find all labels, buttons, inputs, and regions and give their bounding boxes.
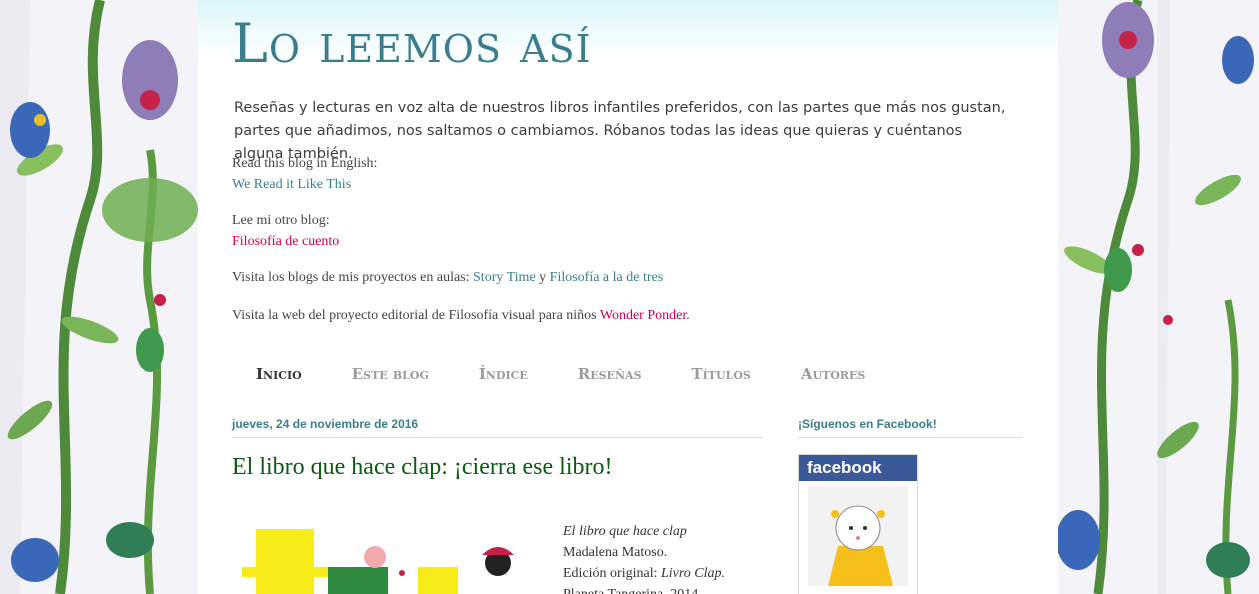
filosofia-tres-link[interactable]: Filosofía a la de tres <box>550 270 664 285</box>
blog-title[interactable]: Lo leemos así <box>232 12 592 75</box>
story-time-link[interactable]: Story Time <box>473 270 536 285</box>
wonder-ponder-link[interactable]: Wonder Ponder <box>600 308 686 323</box>
other-blog-label: Lee mi otro blog: <box>232 213 330 228</box>
projects-line: Visita los blogs de mis proyectos en aul… <box>232 267 663 288</box>
book-title: El libro que hace clap <box>563 524 687 539</box>
book-author: Madalena Matoso. <box>563 545 668 560</box>
web-line: Visita la web del proyecto editorial de … <box>232 305 690 326</box>
background-illustration-left <box>0 0 198 594</box>
english-blog-label: Read this blog in English: <box>232 156 378 171</box>
nav-item-indice[interactable]: Índice <box>479 365 528 383</box>
projects-prefix: Visita los blogs de mis proyectos en aul… <box>232 270 470 285</box>
original-edition-title: Livro Clap. <box>660 566 726 581</box>
nav-item-titulos[interactable]: Títulos <box>692 365 751 383</box>
other-blog-block: Lee mi otro blog: Filosofía de cuento <box>232 210 339 252</box>
post-book-illustration[interactable] <box>242 525 542 594</box>
background-illustration-right <box>1058 0 1259 594</box>
web-suffix: . <box>686 308 690 323</box>
nav-item-resenas[interactable]: Reseñas <box>578 365 642 383</box>
book-publisher: Planeta Tangerina, 2014. <box>563 584 725 594</box>
facebook-widget-title: ¡Síguenos en Facebook! <box>798 417 1023 438</box>
post-date: jueves, 24 de noviembre de 2016 <box>232 417 763 438</box>
english-blog-link[interactable]: We Read it Like This <box>232 177 351 192</box>
facebook-widget[interactable]: facebook <box>798 454 918 594</box>
other-blog-link[interactable]: Filosofía de cuento <box>232 234 339 249</box>
main-nav: Inicio Este blog Índice Reseñas Títulos … <box>256 365 915 383</box>
facebook-profile-picture[interactable] <box>808 486 908 586</box>
web-prefix: Visita la web del proyecto editorial de … <box>232 308 597 323</box>
nav-item-este-blog[interactable]: Este blog <box>352 365 429 383</box>
original-edition-label: Edición original: <box>563 566 658 581</box>
nav-item-autores[interactable]: Autores <box>801 365 865 383</box>
projects-conjunction: y <box>539 270 547 285</box>
nav-item-inicio[interactable]: Inicio <box>256 365 302 383</box>
post-title[interactable]: El libro que hace clap: ¡cierra ese libr… <box>232 454 612 481</box>
facebook-logo: facebook <box>799 455 917 481</box>
post-book-info: El libro que hace clap Madalena Matoso. … <box>563 521 725 594</box>
english-blog-block: Read this blog in English: We Read it Li… <box>232 153 377 195</box>
main-content: Lo leemos así Reseñas y lecturas en voz … <box>198 0 1058 594</box>
